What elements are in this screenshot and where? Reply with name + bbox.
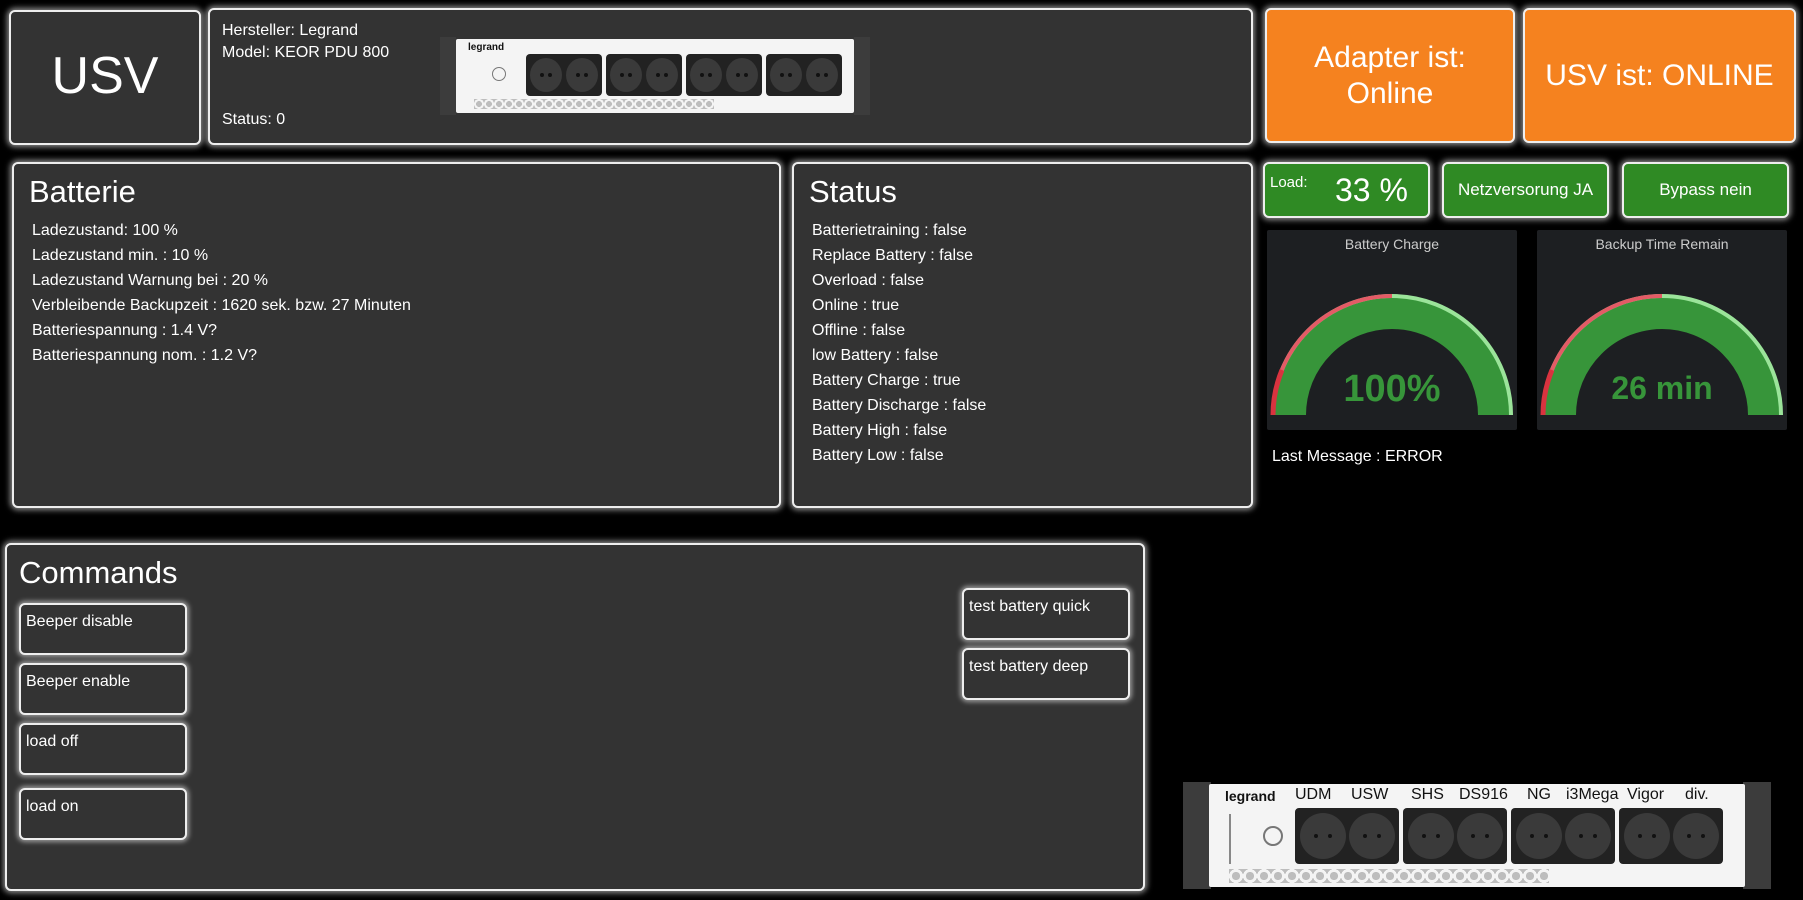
battery-title: Batterie (29, 174, 136, 209)
commands-panel: Commands Beeper disable Beeper enable lo… (5, 543, 1145, 891)
pdu-image-large: legrand UDM USW SHS DS916 NG i3Mega Vigo… (1183, 782, 1771, 889)
battery-line: Ladezustand Warnung bei : 20 % (32, 272, 269, 289)
status-line: Overload : false (812, 272, 925, 289)
status-line: Battery Charge : true (812, 372, 961, 389)
status-line: Online : true (812, 297, 900, 314)
bypass-indicator: Bypass nein (1622, 162, 1789, 218)
load-value: 33 % (1335, 172, 1408, 208)
outlet-pair (1403, 808, 1507, 864)
status-line: Battery Low : false (812, 447, 944, 464)
mains-text: Netzversorung JA (1457, 180, 1594, 199)
test-battery-deep-button[interactable]: test battery deep (962, 648, 1130, 700)
outlet-label: div. (1685, 786, 1709, 803)
outlet-label: NG (1527, 786, 1551, 803)
load-on-button[interactable]: load on (19, 788, 187, 840)
usv-title: USV (51, 47, 159, 105)
usv-title-panel: USV (9, 10, 201, 145)
status-panel: Status Batterietraining : false Replace … (792, 162, 1253, 508)
outlet-label: DS916 (1459, 786, 1508, 803)
outlet-label: UDM (1295, 786, 1332, 803)
status-line: Battery High : false (812, 422, 948, 439)
outlet-label: USW (1351, 786, 1389, 803)
outlet-label: SHS (1411, 786, 1444, 803)
load-label: Load: (1270, 174, 1308, 191)
load-indicator: Load: 33 % (1263, 162, 1430, 218)
test-battery-quick-button[interactable]: test battery quick (962, 588, 1130, 640)
status-line: Batterietraining : false (812, 222, 967, 239)
battery-charge-gauge: Battery Charge 100% (1267, 230, 1517, 430)
backup-time-value: 26 min (1611, 370, 1713, 406)
battery-line: Ladezustand min. : 10 % (32, 247, 209, 264)
adapter-status-text: Adapter ist: Online (1314, 40, 1466, 110)
status-line: low Battery : false (812, 347, 939, 364)
load-off-button[interactable]: load off (19, 723, 187, 775)
battery-charge-value: 100% (1343, 368, 1441, 410)
status-line: Offline : false (812, 322, 906, 339)
usv-status-tile: USV ist: ONLINE (1523, 8, 1796, 143)
mains-indicator: Netzversorung JA (1442, 162, 1609, 218)
battery-line: Verbleibende Backupzeit : 1620 sek. bzw.… (32, 297, 411, 314)
status-label: Status: 0 (222, 111, 286, 128)
battery-line: Batteriespannung nom. : 1.2 V? (32, 347, 258, 364)
status-line: Battery Discharge : false (812, 397, 987, 414)
pdu-brand-large: legrand (1225, 788, 1276, 804)
outlet-pair (1295, 808, 1399, 864)
commands-title: Commands (19, 555, 178, 590)
outlet-label: Vigor (1627, 786, 1665, 803)
device-info-panel: Hersteller: Legrand Model: KEOR PDU 800 … (208, 8, 1253, 145)
last-message: Last Message : ERROR (1272, 448, 1443, 465)
beeper-disable-button[interactable]: Beeper disable (19, 603, 187, 655)
battery-panel: Batterie Ladezustand: 100 % Ladezustand … (12, 162, 781, 508)
adapter-status-tile: Adapter ist: Online (1265, 8, 1515, 143)
usv-status-text: USV ist: ONLINE (1545, 58, 1774, 92)
status-line: Replace Battery : false (812, 247, 973, 264)
manufacturer-label: Hersteller: Legrand (222, 22, 359, 39)
outlet-pair (1619, 808, 1723, 864)
battery-line: Batteriespannung : 1.4 V? (32, 322, 218, 339)
bypass-text: Bypass nein (1659, 180, 1752, 199)
backup-time-gauge: Backup Time Remain 26 min (1537, 230, 1787, 430)
battery-line: Ladezustand: 100 % (32, 222, 178, 239)
pdu-image-small: legrand (440, 37, 870, 115)
pdu-brand-small: legrand (468, 42, 505, 53)
outlet-pair (1511, 808, 1615, 864)
beeper-enable-button[interactable]: Beeper enable (19, 663, 187, 715)
outlet-label: i3Mega (1566, 786, 1619, 803)
status-title: Status (809, 174, 897, 209)
model-label: Model: KEOR PDU 800 (222, 44, 390, 61)
